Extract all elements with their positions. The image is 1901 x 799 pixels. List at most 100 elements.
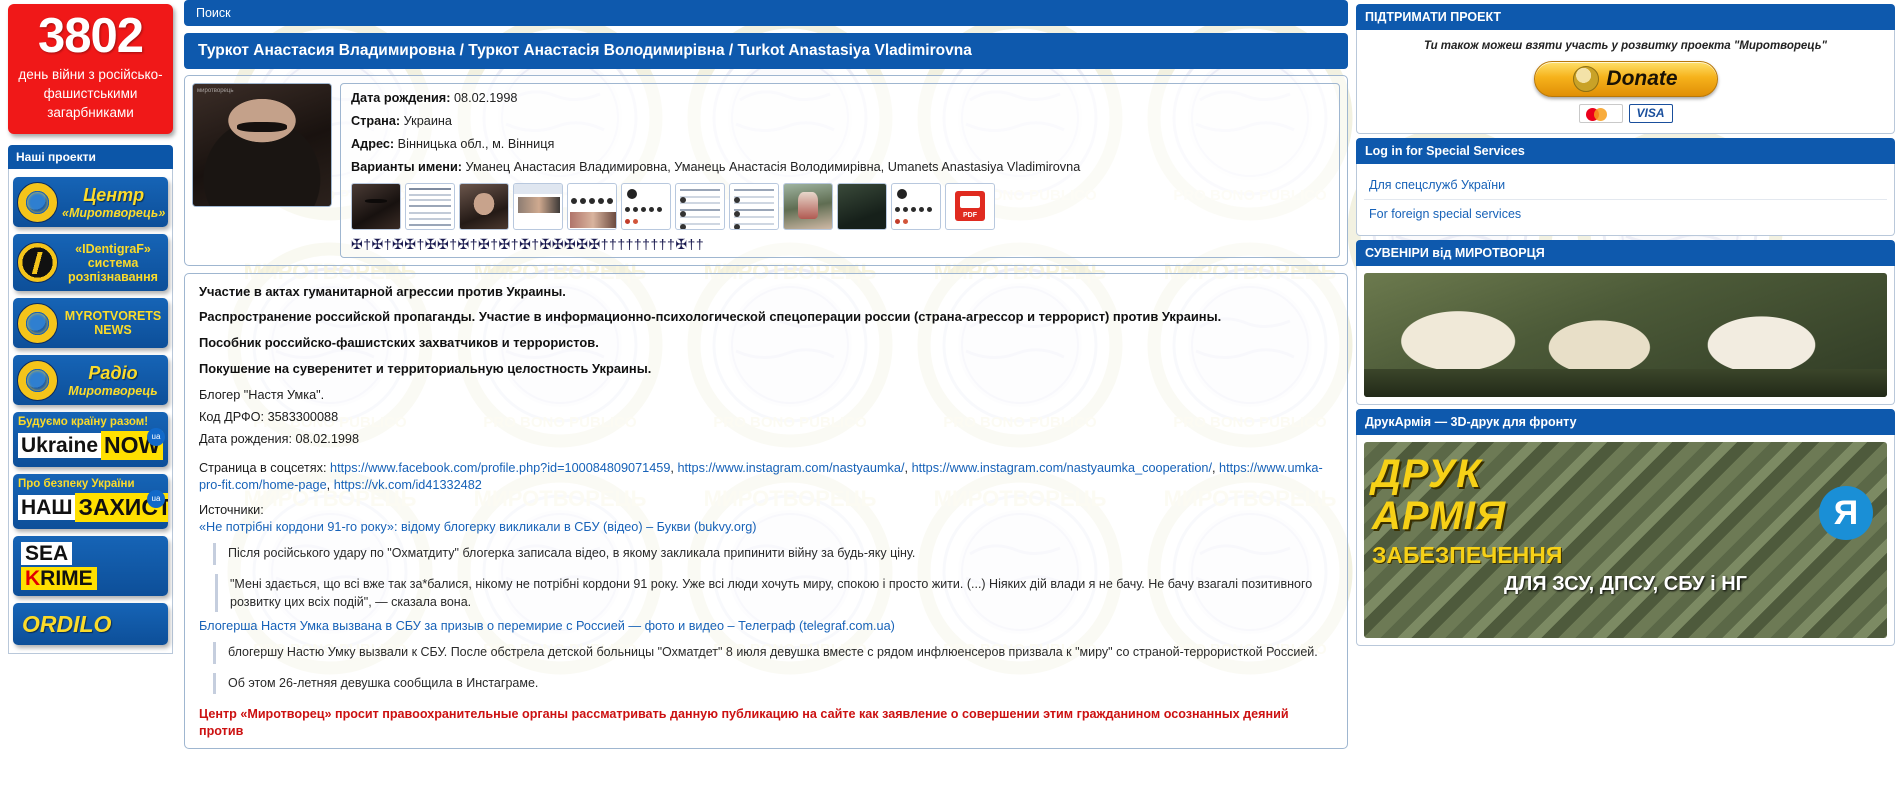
drukarmia-logo-icon: Я	[1819, 485, 1873, 540]
project-center-subtitle: «Миротворець»	[62, 205, 166, 220]
profile-photo-image	[193, 84, 331, 206]
sunglasses-shape	[237, 121, 287, 132]
login-link-foreign[interactable]: For foreign special services	[1364, 200, 1887, 228]
profile-card: миротворець Дата рождения: 08.02.1998 Ст…	[184, 75, 1348, 266]
detail-row-country: Страна: Украина	[351, 114, 1329, 130]
source-1-link[interactable]: «Не потрібні кордони 91-го року»: відому…	[199, 520, 756, 534]
cross-symbols-row: ✠†✠†✠✠†✠✠†✠†✠†✠†✠†✠✠✠✠✠†††††††††✠††	[351, 235, 705, 252]
donate-button-label: Donate	[1606, 66, 1678, 90]
support-panel: ПІДТРИМАТИ ПРОЕКТ Ти також можеш взяти у…	[1356, 4, 1895, 134]
souvenirs-image[interactable]	[1364, 272, 1887, 397]
project-radio-title: Радіо	[88, 363, 138, 384]
project-news-line2: NEWS	[94, 323, 132, 338]
thumbnail-facebook-profile[interactable]	[513, 182, 563, 230]
detail-row-aliases: Варианты имени: Уманец Анастасия Владими…	[351, 160, 1329, 176]
thumbnail-instagram-grid[interactable]	[891, 182, 941, 230]
banner-nash-zahyst-top: Про безпеку України	[18, 478, 135, 491]
detail-label-address: Адрес:	[351, 136, 395, 151]
drukarmia-line3: ЗАБЕЗПЕЧЕННЯ	[1372, 541, 1563, 568]
drukarmia-line2: АРМІЯ	[1372, 493, 1507, 538]
source-1-quote: "Мені здається, що всі вже так зa*балися…	[215, 573, 1333, 613]
drukarmia-banner[interactable]: ДРУК АРМІЯ Я ЗАБЕЗПЕЧЕННЯ ДЛЯ ЗСУ, ДПСУ,…	[1364, 441, 1887, 638]
coin-icon	[1573, 65, 1600, 92]
sources-label: Источники:	[199, 503, 264, 518]
thumbnail-photo-outdoor[interactable]	[783, 182, 833, 230]
banner-ukraine-now-white: Ukraine	[18, 433, 102, 459]
accusation-3: Пособник российско-фашистских захватчико…	[199, 335, 599, 351]
social-link-instagram-1[interactable]: https://www.instagram.com/nastyaumka/	[677, 461, 904, 475]
banner-nash-zahyst[interactable]: Про безпеку України НАШ ЗАХИСТ ua	[13, 474, 168, 530]
banner-ordilo[interactable]: ORDILO	[13, 603, 168, 646]
accusation-1: Участие в актах гуманитарной агрессии пр…	[199, 283, 566, 299]
right-sidebar: ПІДТРИМАТИ ПРОЕКТ Ти також можеш взяти у…	[1352, 0, 1901, 799]
login-links: Для спецслужб України For foreign specia…	[1356, 163, 1895, 236]
project-radio-subtitle: Миротворець	[68, 383, 158, 398]
seakrime-krime-label: KRIME	[21, 567, 97, 591]
project-link-identigraf[interactable]: «IDentigraF» система розпізнавання	[13, 234, 168, 292]
search-bar[interactable]: Поиск	[184, 0, 1348, 26]
project-link-center[interactable]: Центр «Миротворець»	[13, 177, 168, 228]
radio-seal-icon	[17, 359, 58, 401]
dossier-body: Участие в актах гуманитарной агрессии пр…	[184, 272, 1348, 750]
drukarmia-line4: ДЛЯ ЗСУ, ДПСУ, СБУ і НГ	[1503, 572, 1748, 595]
source-2-excerpt-b-text: Об этом 26-летняя девушка сообщила в Инс…	[228, 675, 539, 690]
thumbnail-photo-sunglasses[interactable]	[351, 182, 401, 230]
project-identigraf-line3: розпізнавання	[68, 270, 158, 285]
thumbnail-photo-dark[interactable]	[837, 182, 887, 230]
fact-drfo-code: Код ДРФО: 3583300088	[199, 409, 339, 424]
banner-ukraine-now[interactable]: Будуємо країну разом! Ukraine NOW ua	[13, 412, 168, 468]
search-label: Поиск	[196, 6, 231, 20]
seakrime-k-letter: K	[25, 567, 41, 591]
project-link-radio[interactable]: Радіо Миротворець	[13, 355, 168, 406]
profile-details: Дата рождения: 08.02.1998 Страна: Украин…	[340, 83, 1340, 258]
drukarmia-panel: ДрукАрмія — 3D-друк для фронту ДРУК АРМІ…	[1356, 408, 1895, 646]
thumbnail-pdf-document[interactable]: PDF	[945, 182, 995, 230]
drukarmia-header: ДрукАрмія — 3D-друк для фронту	[1356, 408, 1895, 435]
thumbnail-instagram-profile[interactable]	[621, 182, 671, 230]
left-sidebar: 3802 день війни з російсько-фашистськими…	[0, 0, 178, 799]
souvenirs-body	[1356, 265, 1895, 405]
war-day-counter: 3802 день війни з російсько-фашистськими…	[8, 4, 173, 135]
login-link-ukraine[interactable]: Для спецслужб України	[1364, 171, 1887, 200]
main-content: Поиск Туркот Анастасия Владимировна / Ту…	[184, 0, 1348, 799]
profile-photo[interactable]: миротворець	[192, 83, 332, 207]
banner-seakrime[interactable]: SEA KRIME	[13, 536, 168, 597]
payment-cards: VISA	[1363, 103, 1888, 123]
our-projects-list: Центр «Миротворець» «IDentigraF» система…	[8, 169, 173, 655]
social-pages-line: Страница в соцсетях: https://www.faceboo…	[199, 460, 1323, 493]
source-2-link[interactable]: Блогерша Настя Умка вызвана в СБУ за при…	[199, 619, 895, 633]
drukarmia-body: ДРУК АРМІЯ Я ЗАБЕЗПЕЧЕННЯ ДЛЯ ЗСУ, ДПСУ,…	[1356, 434, 1895, 646]
thumbnail-document-screenshot[interactable]	[405, 182, 455, 230]
detail-row-address: Адрес: Вінницька обл., м. Вінниця	[351, 137, 1329, 153]
fact-birthdate: Дата рождения: 08.02.1998	[199, 431, 360, 446]
social-link-facebook[interactable]: https://www.facebook.com/profile.php?id=…	[330, 461, 670, 475]
source-1-line: «Не потрібні кордони 91-го року»: відому…	[199, 519, 1333, 536]
accusation-2: Распространение российской пропаганды. У…	[199, 309, 1222, 325]
accusation-4: Покушение на суверенитет и территориальн…	[199, 360, 652, 376]
ordilo-label: ORDILO	[22, 610, 112, 637]
donate-description: Ти також можеш взяти участь у розвитку п…	[1424, 40, 1827, 52]
thumbnail-portrait-photo[interactable]	[459, 182, 509, 230]
donate-button[interactable]: Donate	[1533, 60, 1718, 97]
war-day-caption: день війни з російсько-фашистськими зага…	[18, 67, 163, 121]
souvenirs-header: СУВЕНІРИ від МИРОТВОРЦЯ	[1356, 239, 1895, 266]
war-day-number: 3802	[37, 9, 144, 63]
mastercard-icon	[1578, 103, 1623, 123]
thumbnail-social-post[interactable]	[675, 182, 725, 230]
social-link-instagram-2[interactable]: https://www.instagram.com/nastyaumka_coo…	[912, 461, 1212, 475]
detail-value-aliases: Уманец Анастасия Владимировна, Уманець А…	[465, 159, 1081, 174]
detail-row-birthdate: Дата рождения: 08.02.1998	[351, 91, 1329, 107]
donate-card: Ти також можеш взяти участь у розвитку п…	[1356, 30, 1895, 134]
legal-notice: Центр «Миротворец» просит правоохранител…	[199, 707, 1289, 739]
project-identigraf-line2: система	[87, 255, 139, 270]
banner-ukraine-now-top: Будуємо країну разом!	[18, 416, 149, 429]
thumbnail-instagram-stories[interactable]	[567, 182, 617, 230]
page-title: Туркот Анастасия Владимировна / Туркот А…	[184, 33, 1348, 69]
thumbnail-social-feed[interactable]	[729, 182, 779, 230]
drukarmia-line1: ДРУК	[1372, 451, 1482, 496]
social-link-vk[interactable]: https://vk.com/id41332482	[334, 478, 482, 492]
project-link-news[interactable]: MYROTVORETS NEWS	[13, 298, 168, 349]
photo-watermark: миротворець	[197, 88, 234, 94]
login-header: Log in for Special Services	[1356, 137, 1895, 164]
detail-label-country: Страна:	[351, 113, 401, 128]
